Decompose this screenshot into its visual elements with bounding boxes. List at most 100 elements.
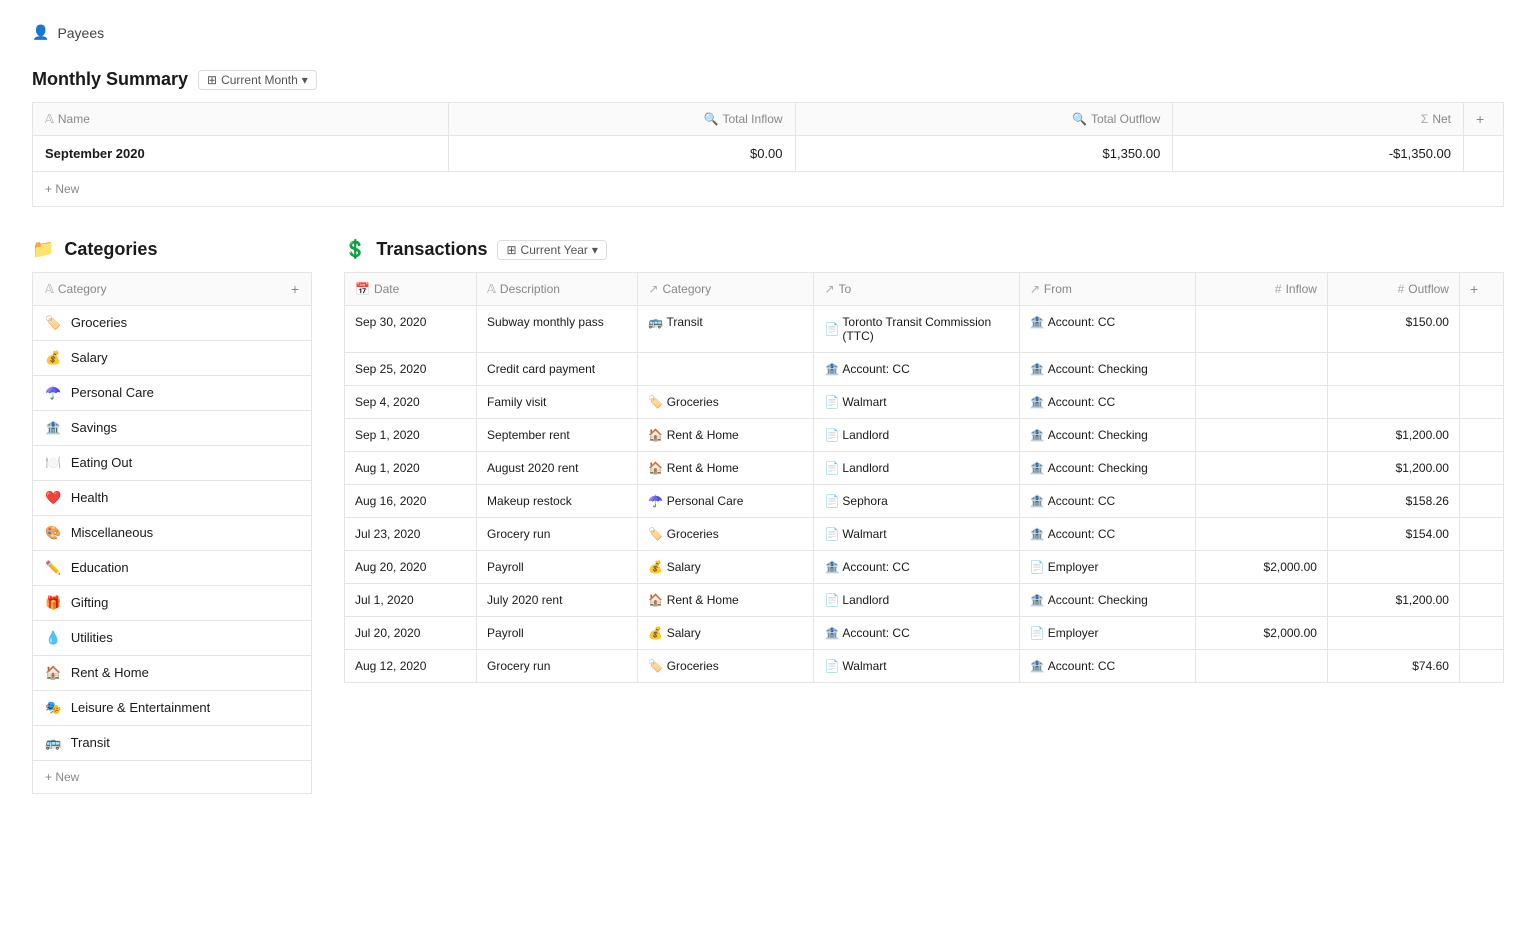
category-list-item[interactable]: 🚌 Transit	[33, 726, 312, 761]
tx-to-icon: 🏦	[824, 362, 839, 376]
tx-date: Jul 20, 2020	[345, 617, 477, 650]
tx-date: Sep 25, 2020	[345, 353, 477, 386]
category-list-item[interactable]: 🎭 Leisure & Entertainment	[33, 691, 312, 726]
tx-date: Sep 30, 2020	[345, 306, 477, 353]
tx-extra	[1459, 584, 1503, 617]
categories-title: 📁 Categories	[32, 239, 312, 260]
tx-extra	[1459, 386, 1503, 419]
transactions-table: 📅Date 𝔸Description ↗Category ↗To ↗From	[344, 272, 1504, 683]
tx-extra	[1459, 353, 1503, 386]
transaction-row[interactable]: Aug 12, 2020 Grocery run 🏷️ Groceries 📄 …	[345, 650, 1504, 683]
tx-to: 🏦 Account: CC	[814, 617, 1019, 650]
add-transaction-icon[interactable]: +	[1470, 281, 1478, 297]
tx-to-icon: 📄	[824, 395, 839, 409]
tx-col-description: 𝔸Description	[477, 273, 638, 306]
tx-description: Makeup restock	[477, 485, 638, 518]
summary-new-row[interactable]: + New	[33, 172, 1504, 207]
transaction-row[interactable]: Aug 1, 2020 August 2020 rent 🏠 Rent & Ho…	[345, 452, 1504, 485]
category-item-label: 🎨 Miscellaneous	[33, 516, 312, 551]
summary-inflow: $0.00	[448, 136, 795, 172]
tx-from-icon: 📄	[1030, 626, 1045, 640]
transaction-row[interactable]: Aug 20, 2020 Payroll 💰 Salary 🏦 Account:…	[345, 551, 1504, 584]
tx-outflow: $154.00	[1327, 518, 1459, 551]
tx-to: 📄 Walmart	[814, 518, 1019, 551]
tx-from: 🏦 Account: CC	[1019, 306, 1195, 353]
category-item-label: 💧 Utilities	[33, 621, 312, 656]
category-list-item[interactable]: 🏦 Savings	[33, 411, 312, 446]
tx-from-icon: 🏦	[1030, 593, 1045, 607]
category-item-icon: 🍽️	[45, 455, 61, 470]
category-list-item[interactable]: 🏠 Rent & Home	[33, 656, 312, 691]
category-list-item[interactable]: 🎁 Gifting	[33, 586, 312, 621]
summary-col-net: ΣNet	[1173, 103, 1464, 136]
transaction-row[interactable]: Jul 20, 2020 Payroll 💰 Salary 🏦 Account:…	[345, 617, 1504, 650]
category-new-row[interactable]: + New	[33, 761, 312, 794]
tx-to: 📄 Landlord	[814, 452, 1019, 485]
monthly-filter-badge[interactable]: ⊞ Current Month ▾	[198, 70, 317, 90]
tx-inflow	[1195, 584, 1327, 617]
transaction-row[interactable]: Jul 1, 2020 July 2020 rent 🏠 Rent & Home…	[345, 584, 1504, 617]
tx-date: Aug 12, 2020	[345, 650, 477, 683]
tx-inflow	[1195, 485, 1327, 518]
transaction-row[interactable]: Sep 25, 2020 Credit card payment 🏦 Accou…	[345, 353, 1504, 386]
tx-to-icon: 📄	[824, 659, 839, 673]
category-item-icon: 🎨	[45, 525, 61, 540]
tx-category: 🏠 Rent & Home	[638, 584, 814, 617]
category-list-item[interactable]: 🍽️ Eating Out	[33, 446, 312, 481]
category-list-item[interactable]: 🏷️ Groceries	[33, 306, 312, 341]
tx-description: July 2020 rent	[477, 584, 638, 617]
category-item-icon: 💧	[45, 630, 61, 645]
transaction-row[interactable]: Jul 23, 2020 Grocery run 🏷️ Groceries 📄 …	[345, 518, 1504, 551]
category-item-label: 🎁 Gifting	[33, 586, 312, 621]
chevron-down-icon: ▾	[302, 73, 308, 87]
category-list-item[interactable]: 💧 Utilities	[33, 621, 312, 656]
add-summary-col-icon[interactable]: +	[1476, 111, 1484, 127]
tx-from: 📄 Employer	[1019, 551, 1195, 584]
category-list-item[interactable]: ❤️ Health	[33, 481, 312, 516]
transactions-filter-badge[interactable]: ⊞ Current Year ▾	[497, 240, 606, 260]
categories-panel: 📁 Categories 𝔸Category +	[32, 239, 312, 794]
transaction-row[interactable]: Sep 1, 2020 September rent 🏠 Rent & Home…	[345, 419, 1504, 452]
category-item-icon: ❤️	[45, 490, 61, 505]
payees-label: Payees	[57, 25, 104, 41]
summary-col-add: +	[1464, 103, 1504, 136]
category-item-icon: 🏠	[45, 665, 61, 680]
summary-col-inflow: 🔍Total Inflow	[448, 103, 795, 136]
tx-from-icon: 🏦	[1030, 494, 1045, 508]
transaction-row[interactable]: Aug 16, 2020 Makeup restock ☂️ Personal …	[345, 485, 1504, 518]
tx-to: 📄 Sephora	[814, 485, 1019, 518]
tx-date: Aug 1, 2020	[345, 452, 477, 485]
tx-to: 📄 Walmart	[814, 650, 1019, 683]
summary-row-sep2020: September 2020 $0.00 $1,350.00 -$1,350.0…	[33, 136, 1504, 172]
transaction-row[interactable]: Sep 4, 2020 Family visit 🏷️ Groceries 📄 …	[345, 386, 1504, 419]
category-list-item[interactable]: 🎨 Miscellaneous	[33, 516, 312, 551]
monthly-summary-section: Monthly Summary ⊞ Current Month ▾ 𝔸Name …	[32, 69, 1504, 207]
transaction-row[interactable]: Sep 30, 2020 Subway monthly pass 🚌 Trans…	[345, 306, 1504, 353]
tx-category: ☂️ Personal Care	[638, 485, 814, 518]
category-list-item[interactable]: 💰 Salary	[33, 341, 312, 376]
tx-description: Subway monthly pass	[477, 306, 638, 353]
category-list-item[interactable]: ✏️ Education	[33, 551, 312, 586]
tx-extra	[1459, 518, 1503, 551]
tx-extra	[1459, 306, 1503, 353]
category-new-label[interactable]: + New	[33, 761, 312, 794]
tx-from: 🏦 Account: Checking	[1019, 452, 1195, 485]
tx-description: September rent	[477, 419, 638, 452]
category-item-label: 🏦 Savings	[33, 411, 312, 446]
tx-inflow	[1195, 353, 1327, 386]
tx-col-date: 📅Date	[345, 273, 477, 306]
summary-col-name: 𝔸Name	[33, 103, 449, 136]
tx-from-icon: 🏦	[1030, 659, 1045, 673]
category-item-label: 🏠 Rent & Home	[33, 656, 312, 691]
tx-date: Aug 16, 2020	[345, 485, 477, 518]
category-list-item[interactable]: ☂️ Personal Care	[33, 376, 312, 411]
tx-date: Sep 4, 2020	[345, 386, 477, 419]
tx-inflow	[1195, 650, 1327, 683]
tx-description: Family visit	[477, 386, 638, 419]
tx-category: 💰 Salary	[638, 617, 814, 650]
summary-net: -$1,350.00	[1173, 136, 1464, 172]
tx-category: 🏷️ Groceries	[638, 518, 814, 551]
tx-outflow: $74.60	[1327, 650, 1459, 683]
add-category-icon[interactable]: +	[291, 281, 299, 297]
summary-new-label[interactable]: + New	[33, 172, 1504, 207]
